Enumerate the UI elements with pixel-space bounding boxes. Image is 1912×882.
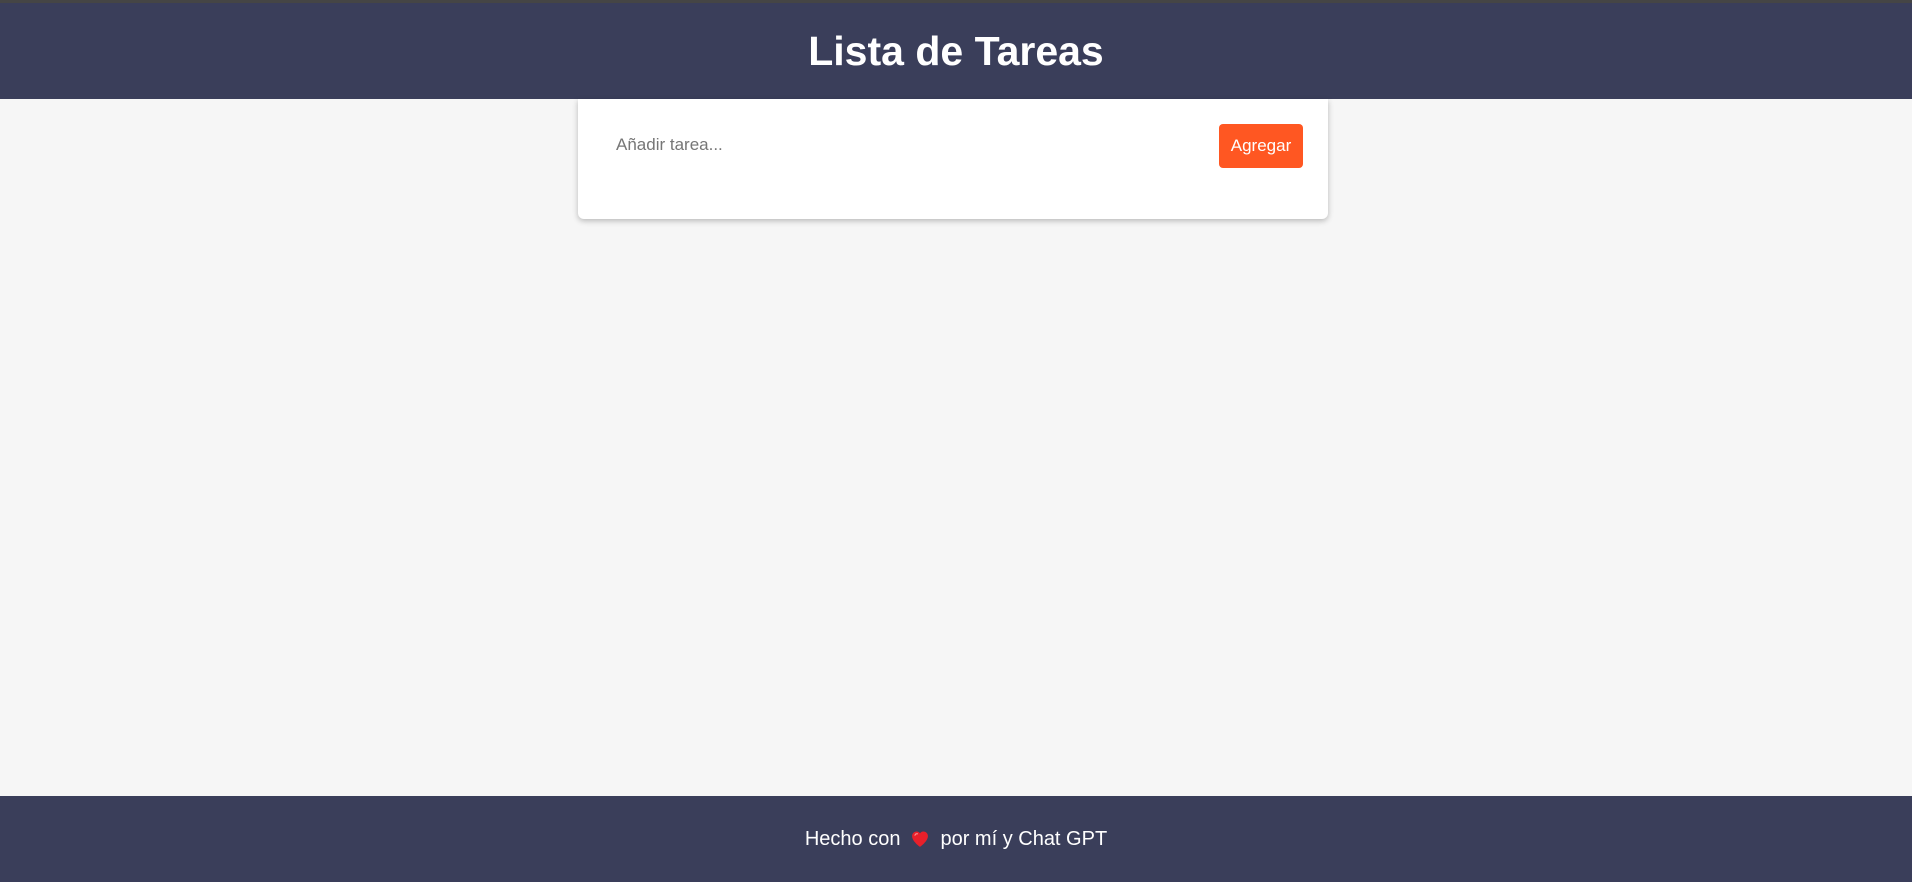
app-header: Lista de Tareas [0,3,1912,99]
app-footer: Hecho con por mí y Chat GPT [0,796,1912,882]
footer-text-after: por mí y Chat GPT [940,827,1108,850]
footer-text-before: Hecho con [804,827,901,850]
add-task-button[interactable]: Agregar [1219,124,1303,168]
page-title: Lista de Tareas [808,27,1104,74]
task-input[interactable] [614,123,1218,167]
heart-icon [912,831,929,847]
task-form-card: Agregar [578,99,1328,219]
